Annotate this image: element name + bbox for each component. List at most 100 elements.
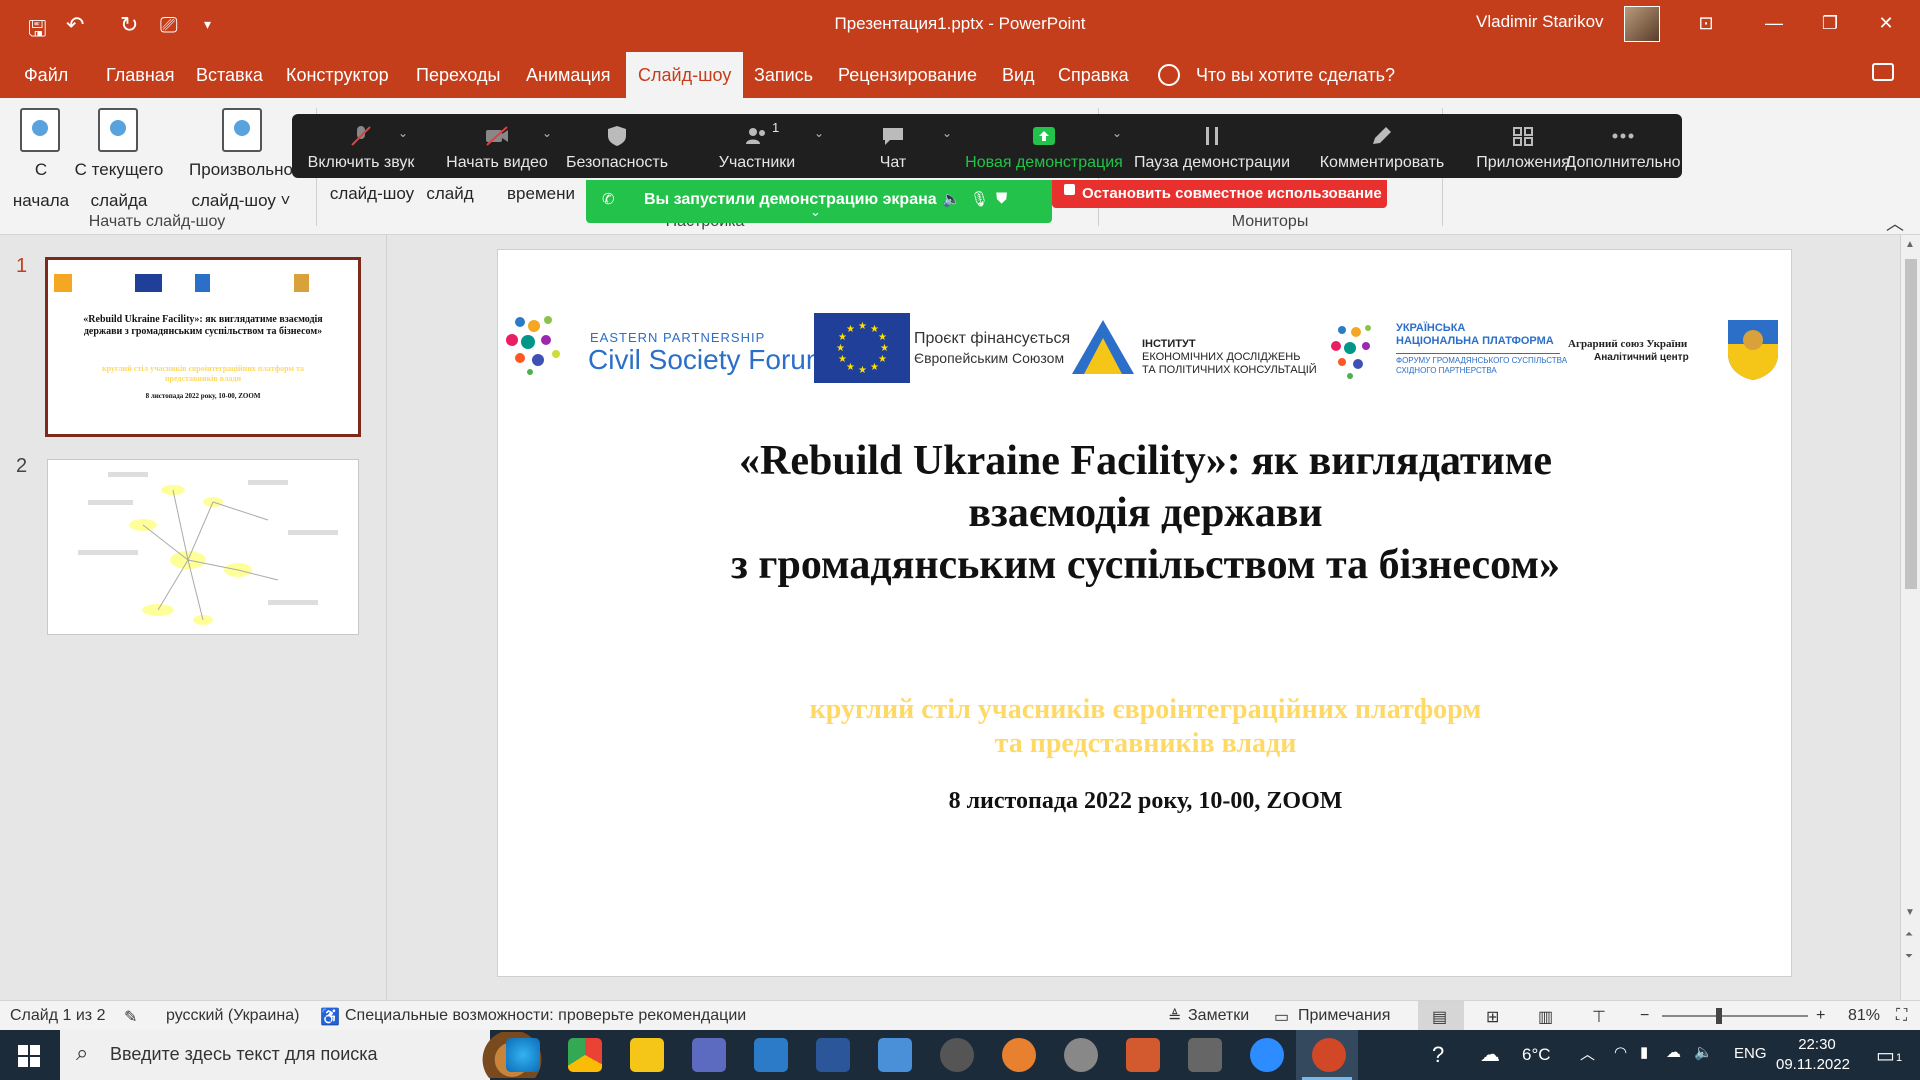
notes-icon[interactable]: ≜ — [1168, 1007, 1181, 1027]
clock-time[interactable]: 22:30 — [1792, 1036, 1842, 1053]
start-video-button[interactable]: Начать видео ⌄ — [436, 114, 558, 178]
slide-canvas[interactable]: EASTERN PARTNERSHIP Civil Society Forum … — [497, 249, 1792, 977]
ccleaner-icon[interactable] — [1002, 1038, 1036, 1072]
scroll-thumb[interactable] — [1905, 259, 1917, 589]
edge-icon[interactable] — [506, 1038, 540, 1072]
tab-slideshow[interactable]: Слайд-шоу — [626, 52, 744, 98]
pencil-icon — [1373, 127, 1391, 144]
zoom-slider[interactable] — [1662, 1015, 1808, 1017]
tab-view[interactable]: Вид — [990, 52, 1047, 98]
tab-transitions[interactable]: Переходы — [404, 52, 512, 98]
apps-button[interactable]: Приложения — [1468, 114, 1578, 178]
notes-button[interactable]: Заметки — [1188, 1007, 1249, 1025]
rehearse-timings-button[interactable]: времени — [496, 178, 586, 209]
file-explorer-icon[interactable] — [630, 1038, 664, 1072]
save-app-icon[interactable] — [692, 1038, 726, 1072]
wifi-icon[interactable]: ◠ — [1614, 1043, 1627, 1061]
zoom-in-button[interactable]: + — [1816, 1007, 1825, 1025]
zoom-app-icon[interactable] — [1250, 1038, 1284, 1072]
spellcheck-icon[interactable]: ✎ — [124, 1007, 137, 1027]
media-player-icon[interactable] — [940, 1038, 974, 1072]
zoom-level[interactable]: 81% — [1848, 1007, 1880, 1025]
hide-slide-button[interactable]: слайд — [420, 178, 480, 209]
clock-date[interactable]: 09.11.2022 — [1776, 1056, 1850, 1073]
ribbon-display-icon[interactable]: ⊡ — [1686, 8, 1726, 38]
new-share-button[interactable]: Новая демонстрация ⌄ — [964, 114, 1124, 178]
video-editor-icon[interactable] — [1126, 1038, 1160, 1072]
accessibility-icon[interactable]: ♿ — [320, 1007, 340, 1027]
from-start-button[interactable]: Сначала — [6, 154, 76, 216]
close-icon[interactable]: ✕ — [1866, 8, 1906, 38]
slide-thumbnail-2[interactable] — [47, 459, 359, 635]
tab-help[interactable]: Справка — [1046, 52, 1141, 98]
annotate-button[interactable]: Комментировать — [1300, 114, 1464, 178]
vertical-scrollbar[interactable]: ▲ ▼ ⏶ ⏷ — [1900, 235, 1920, 1000]
slide-thumbnail-1[interactable]: «Rebuild Ukraine Facility»: як виглядати… — [45, 257, 361, 437]
help-icon[interactable]: ? — [1432, 1042, 1444, 1068]
comments-button[interactable]: Примечания — [1298, 1007, 1390, 1025]
fit-to-window-icon[interactable]: ⛶ — [1896, 1007, 1907, 1025]
windows-start-icon[interactable] — [18, 1045, 40, 1067]
custom-show-icon[interactable] — [222, 108, 262, 152]
collapse-ribbon-icon[interactable]: ︿ — [1886, 210, 1904, 236]
minimize-icon[interactable]: — — [1754, 8, 1794, 38]
battery-icon[interactable]: ▮ — [1640, 1043, 1648, 1061]
input-language[interactable]: ENG — [1734, 1045, 1767, 1062]
tab-insert[interactable]: Вставка — [184, 52, 275, 98]
contacts-icon[interactable] — [878, 1038, 912, 1072]
tab-review[interactable]: Рецензирование — [826, 52, 989, 98]
calculator-icon[interactable] — [1188, 1038, 1222, 1072]
chrome-icon[interactable] — [568, 1038, 602, 1072]
chevron-down-icon[interactable]: ⌄ — [810, 204, 821, 220]
tab-file[interactable]: Файл — [12, 52, 80, 98]
pause-share-button[interactable]: Пауза демонстрации — [1132, 114, 1292, 178]
setup-slideshow-button[interactable]: слайд-шоу — [322, 178, 422, 209]
temperature[interactable]: 6°C — [1522, 1045, 1551, 1065]
zoom-slider-thumb[interactable] — [1716, 1008, 1722, 1024]
slide-sorter-icon[interactable]: ⊞ — [1486, 1007, 1499, 1027]
restore-icon[interactable]: ❐ — [1810, 8, 1850, 38]
tab-animations[interactable]: Анимация — [514, 52, 623, 98]
from-current-icon[interactable] — [98, 108, 138, 152]
comments-icon[interactable] — [1872, 63, 1894, 81]
svg-text:★: ★ — [880, 343, 889, 354]
chat-button[interactable]: Чат ⌄ — [848, 114, 952, 178]
ier-text-2: ЕКОНОМІЧНИХ ДОСЛІДЖЕНЬ — [1142, 351, 1301, 363]
accessibility-status[interactable]: Специальные возможности: проверьте реком… — [345, 1007, 746, 1025]
tell-me-search[interactable]: Что вы хотите сделать? — [1158, 52, 1395, 98]
security-button[interactable]: Безопасность — [562, 114, 672, 178]
user-name[interactable]: Vladimir Starikov — [1476, 12, 1604, 32]
reading-view-icon[interactable]: ▥ — [1538, 1007, 1553, 1027]
slideshow-view-icon[interactable]: ⊤ — [1592, 1007, 1606, 1027]
unp-text-2: НАЦІОНАЛЬНА ПЛАТФОРМА — [1396, 335, 1554, 347]
more-button[interactable]: Дополнительно — [1564, 114, 1682, 178]
weather-icon[interactable]: ☁ — [1480, 1042, 1500, 1067]
slide-date: 8 листопада 2022 року, 10-00, ZOOM — [948, 788, 1343, 814]
volume-icon[interactable]: 🔈 — [1694, 1043, 1713, 1061]
custom-show-button[interactable]: Произвольно слайд-шоу ˅ — [176, 154, 306, 216]
tab-design[interactable]: Конструктор — [274, 52, 401, 98]
chevron-down-icon: ⌄ — [942, 126, 953, 140]
tab-home[interactable]: Главная — [94, 52, 187, 98]
mail-icon[interactable] — [754, 1038, 788, 1072]
from-current-button[interactable]: С текущего слайда — [70, 154, 168, 216]
cloud-icon[interactable]: ☁ — [1666, 1043, 1681, 1061]
powerpoint-icon[interactable] — [1312, 1038, 1346, 1072]
slide-number: 1 — [16, 255, 28, 277]
word-icon[interactable] — [816, 1038, 850, 1072]
comments-status-icon[interactable]: ▭ — [1274, 1007, 1289, 1027]
network-tool-icon[interactable] — [1064, 1038, 1098, 1072]
unmute-button[interactable]: Включить звук ⌄ — [296, 114, 426, 178]
chevron-up-icon[interactable]: ︿ — [1580, 1043, 1595, 1064]
stop-share-button[interactable]: Остановить совместное использование — [1052, 180, 1387, 208]
notifications-icon[interactable]: ▭ — [1876, 1043, 1895, 1068]
tab-record[interactable]: Запись — [742, 52, 825, 98]
sharing-banner[interactable]: ✆ Вы запустили демонстрацию экрана 🔈 🎙 ⛊… — [586, 180, 1052, 223]
language-indicator[interactable]: русский (Украина) — [166, 1007, 299, 1025]
zoom-out-button[interactable]: − — [1640, 1007, 1649, 1025]
svg-text:★: ★ — [846, 362, 855, 373]
avatar[interactable] — [1624, 6, 1660, 42]
participants-button[interactable]: 1 Участники ⌄ — [692, 114, 824, 178]
from-start-icon[interactable] — [20, 108, 60, 152]
taskbar-search[interactable]: ⌕ Введите здесь текст для поиска — [60, 1030, 552, 1080]
